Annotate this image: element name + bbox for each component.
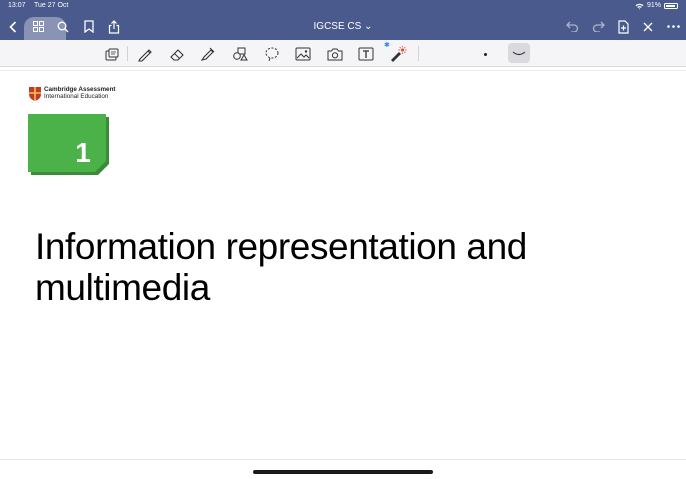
cambridge-logo: Cambridge Assessment International Educa…	[28, 86, 116, 102]
shield-icon	[29, 87, 41, 101]
image-icon	[295, 47, 311, 61]
status-bar: 13:07 Tue 27 Oct 91%	[0, 0, 686, 12]
toolbar-divider	[418, 46, 419, 61]
more-button[interactable]	[662, 13, 684, 40]
toolbar-divider	[127, 46, 128, 61]
page-title-line-2: multimedia	[35, 267, 210, 308]
eraser-icon	[170, 49, 184, 61]
undo-button[interactable]	[561, 13, 583, 40]
eraser-tool[interactable]	[167, 44, 187, 64]
bookmark-icon	[84, 20, 94, 33]
highlighter-icon	[200, 47, 215, 61]
selection-tool[interactable]	[102, 44, 122, 64]
undo-icon	[565, 21, 578, 32]
redo-icon	[592, 21, 605, 32]
share-button[interactable]	[103, 13, 125, 40]
nav-bar: IGCSE CS ⌄	[0, 13, 686, 61]
chapter-number: 1	[75, 137, 91, 168]
shapes-tool[interactable]	[230, 44, 250, 64]
stroke-curve-icon	[512, 51, 526, 56]
lasso-icon	[265, 47, 279, 62]
camera-tool[interactable]	[325, 44, 345, 64]
stroke-style-selected[interactable]	[508, 43, 530, 63]
top-bar: 13:07 Tue 27 Oct 91% IGCSE CS ⌄	[0, 0, 686, 61]
chevron-down-icon: ⌄	[364, 21, 373, 32]
status-date: Tue 27 Oct	[34, 2, 69, 9]
laser-pointer-icon	[391, 46, 407, 62]
laser-pointer-tool[interactable]	[388, 44, 408, 64]
page-bottom-edge	[0, 459, 686, 460]
text-box-icon	[358, 47, 374, 61]
pen-tool[interactable]	[135, 44, 155, 64]
close-icon	[643, 22, 653, 31]
more-icon	[666, 25, 680, 28]
add-page-button[interactable]	[612, 13, 634, 40]
image-tool[interactable]	[293, 44, 313, 64]
wifi-icon	[635, 3, 644, 9]
battery-percent: 91%	[646, 2, 661, 9]
close-button[interactable]	[637, 13, 659, 40]
stroke-size-dot[interactable]	[484, 53, 487, 56]
document-title-button[interactable]: IGCSE CS ⌄	[314, 21, 373, 32]
shapes-icon	[233, 47, 248, 61]
status-time: 13:07	[8, 2, 26, 9]
redo-button[interactable]	[587, 13, 609, 40]
add-page-icon	[617, 19, 629, 34]
pen-icon	[138, 49, 152, 62]
annotation-toolbar	[0, 40, 686, 67]
logo-line-1: Cambridge Assessment	[44, 86, 116, 93]
lasso-tool[interactable]	[262, 44, 282, 64]
share-icon	[108, 19, 120, 34]
search-icon	[57, 21, 69, 32]
highlighter-tool[interactable]	[198, 44, 218, 64]
battery-icon	[664, 3, 678, 9]
camera-icon	[327, 48, 343, 61]
thumbnails-button[interactable]	[27, 13, 49, 40]
status-right: 91%	[635, 0, 678, 12]
bookmark-button[interactable]	[78, 13, 100, 40]
selection-icon	[105, 48, 119, 60]
chapter-badge: 1	[28, 114, 109, 175]
page-title: Information representation and multimedi…	[35, 226, 655, 308]
page-top-edge	[0, 70, 686, 71]
chevron-left-icon	[9, 20, 17, 33]
bluetooth-icon: ✱	[384, 42, 390, 49]
grid-icon	[32, 21, 44, 32]
back-button[interactable]	[2, 13, 24, 40]
document-title-text: IGCSE CS	[313, 21, 362, 32]
logo-text: Cambridge Assessment International Educa…	[44, 86, 116, 100]
logo-line-2: International Education	[44, 93, 109, 100]
home-indicator[interactable]	[253, 470, 433, 474]
text-tool[interactable]	[356, 44, 376, 64]
page-title-line-1: Information representation and	[35, 226, 527, 267]
search-button[interactable]	[52, 13, 74, 40]
